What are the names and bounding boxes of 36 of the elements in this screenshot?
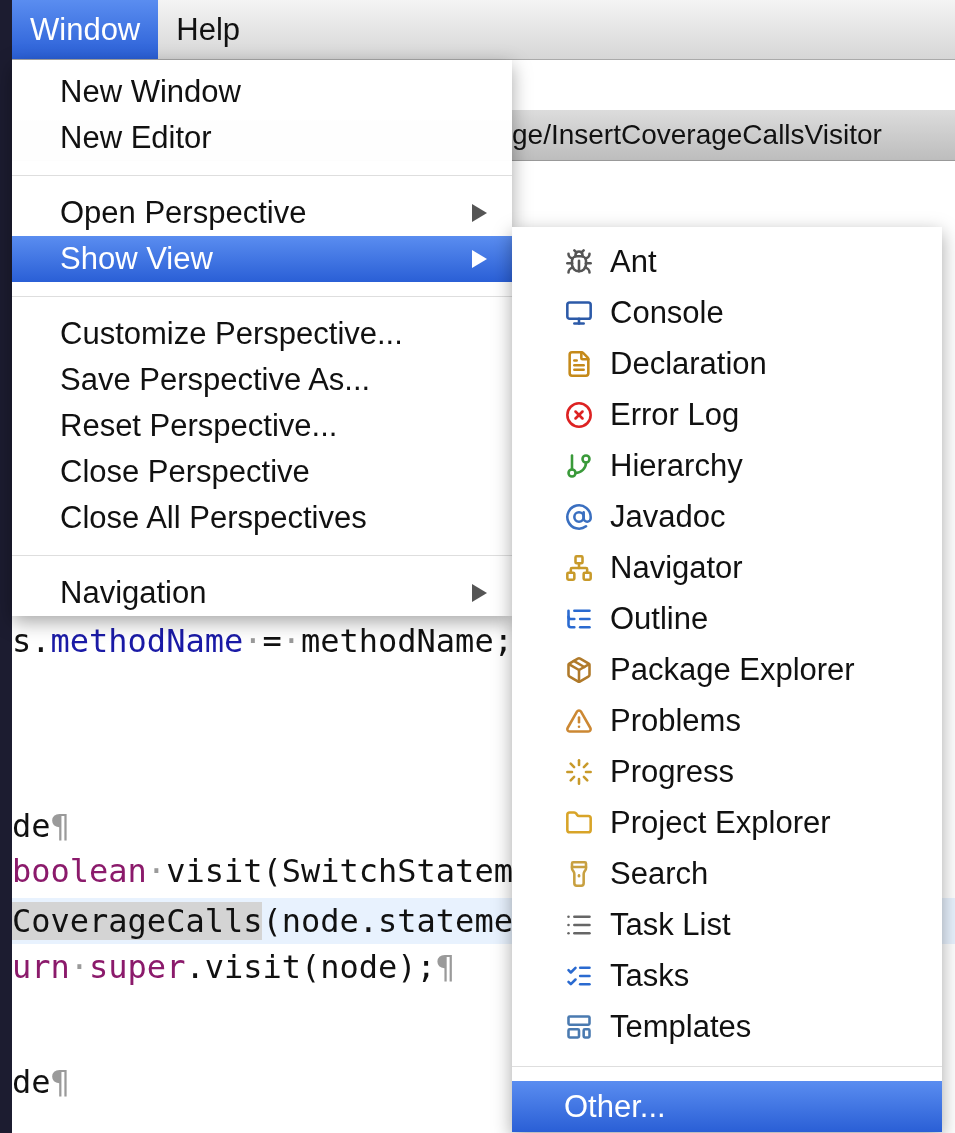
menu-item[interactable]: Tasks: [512, 950, 942, 1001]
menu-item[interactable]: New Window: [12, 69, 512, 115]
menu-item[interactable]: Templates: [512, 1001, 942, 1052]
menu-item[interactable]: Progress: [512, 746, 942, 797]
menu-item[interactable]: Close Perspective: [12, 449, 512, 495]
menu-item[interactable]: Search: [512, 848, 942, 899]
menu-item[interactable]: New Editor: [12, 115, 512, 161]
code-line: de¶: [12, 806, 70, 847]
menu-item[interactable]: Customize Perspective...: [12, 311, 512, 357]
menu-item[interactable]: Hierarchy: [512, 440, 942, 491]
menu-item[interactable]: Problems: [512, 695, 942, 746]
file-path: ge/InsertCoverageCallsVisitor: [512, 119, 882, 151]
menu-item[interactable]: Reset Perspective...: [12, 403, 512, 449]
code-line: urn·super.visit(node);¶: [12, 947, 456, 988]
menu-item[interactable]: Save Perspective As...: [12, 357, 512, 403]
menu-bar-item[interactable]: Help: [158, 0, 259, 59]
menu-item[interactable]: Javadoc: [512, 491, 942, 542]
menu-item[interactable]: Other...: [512, 1081, 942, 1132]
menu-item[interactable]: Console: [512, 287, 942, 338]
menu-item[interactable]: Declaration: [512, 338, 942, 389]
code-line: CoverageCalls(node.stateme: [12, 901, 513, 942]
menu-item[interactable]: Close All Perspectives: [12, 495, 512, 541]
code-line: boolean·visit(SwitchStatem: [12, 851, 513, 892]
menu-item[interactable]: Task List: [512, 899, 942, 950]
menu-bar-item[interactable]: Window: [12, 0, 159, 59]
menu-item[interactable]: Error Log: [512, 389, 942, 440]
menu-item[interactable]: Open Perspective: [12, 190, 512, 236]
menu-item[interactable]: Ant: [512, 236, 942, 287]
menu-item[interactable]: Show View: [12, 236, 512, 282]
menu-item[interactable]: Package Explorer: [512, 644, 942, 695]
menu-item[interactable]: Project Explorer: [512, 797, 942, 848]
menu-item[interactable]: Navigation: [12, 570, 512, 616]
menu-item[interactable]: Outline: [512, 593, 942, 644]
menu-item[interactable]: Navigator: [512, 542, 942, 593]
code-line: s.methodName·=·methodName;: [12, 621, 513, 662]
code-line: de¶: [12, 1062, 70, 1103]
